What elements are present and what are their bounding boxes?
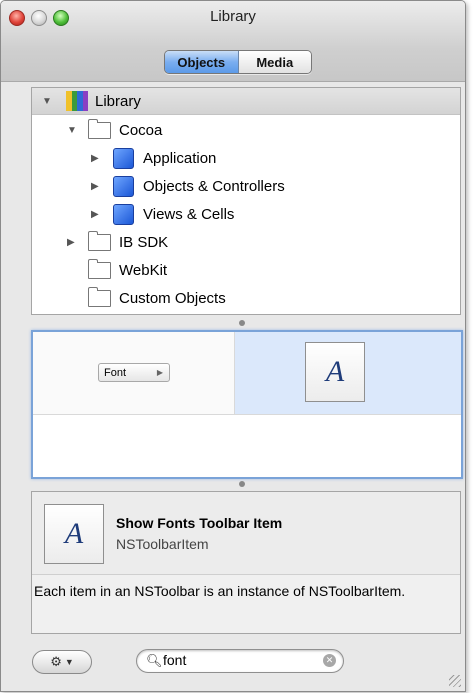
outline-row-application[interactable]: ▶ Application [32, 145, 460, 171]
disclosure-triangle-down-icon[interactable]: ▼ [42, 96, 52, 107]
outline-label: Application [143, 149, 217, 167]
detail-class-name: NSToolbarItem [116, 536, 209, 552]
window-title: Library [210, 8, 256, 25]
detail-title: Show Fonts Toolbar Item [116, 515, 283, 531]
folder-icon [88, 258, 111, 279]
detail-item-icon: A [44, 504, 104, 564]
font-item-icon: A [305, 342, 365, 402]
chevron-down-icon: ▼ [64, 657, 74, 667]
library-window: Library Objects Media ▼ Library ▼ Cocoa … [0, 0, 466, 692]
outline-row-views-cells[interactable]: ▶ Views & Cells [32, 201, 460, 227]
outline-label: Views & Cells [143, 205, 235, 223]
popup-arrow-icon: ▶ [156, 368, 163, 377]
outline-label: Cocoa [119, 121, 163, 139]
folder-icon [88, 286, 111, 307]
outline-label: Custom Objects [119, 289, 226, 307]
disclosure-triangle-right-icon[interactable]: ▶ [91, 209, 99, 220]
outline-label: Objects & Controllers [143, 177, 285, 195]
clear-search-icon[interactable]: ✕ [323, 654, 336, 667]
outline-label: WebKit [119, 261, 168, 279]
split-view-divider-handle[interactable] [239, 320, 245, 326]
disclosure-triangle-right-icon[interactable]: ▶ [91, 181, 99, 192]
disclosure-triangle-right-icon[interactable]: ▶ [67, 237, 75, 248]
outline-row-webkit[interactable]: WebKit [32, 257, 460, 283]
outline-row-objects-controllers[interactable]: ▶ Objects & Controllers [32, 173, 460, 199]
item-detail-header: A Show Fonts Toolbar Item NSToolbarItem [32, 492, 460, 575]
segment-media[interactable]: Media [238, 51, 311, 73]
folder-icon [88, 118, 111, 139]
blue-cube-icon [113, 203, 134, 225]
search-input[interactable] [163, 652, 313, 668]
resize-grip-icon[interactable] [449, 675, 461, 687]
grid-cell-show-fonts-item[interactable]: A [235, 332, 461, 415]
segment-objects[interactable]: Objects [165, 51, 239, 73]
split-view-divider-handle[interactable] [239, 481, 245, 487]
library-segmented-control: Objects Media [164, 50, 312, 74]
outline-row-library[interactable]: ▼ Library [32, 88, 460, 115]
font-popup-label: Font [104, 366, 127, 379]
font-a-glyph: A [64, 517, 84, 550]
library-outline[interactable]: ▼ Library ▼ Cocoa ▶ Application ▶ Object… [31, 87, 461, 315]
grid-cell-font-popup[interactable]: Font ▶ [33, 332, 235, 415]
library-items-grid[interactable]: Font ▶ A [31, 330, 463, 479]
search-icon: 🔍︎ [146, 653, 163, 668]
detail-description: Each item in an NSToolbar is an instance… [34, 583, 406, 599]
blue-cube-icon [113, 175, 134, 197]
gear-icon: ⚙ [50, 654, 62, 669]
font-a-glyph: A [325, 355, 345, 388]
library-books-icon [66, 91, 88, 111]
disclosure-triangle-right-icon[interactable]: ▶ [91, 153, 99, 164]
outline-row-cocoa[interactable]: ▼ Cocoa [32, 117, 460, 143]
outline-row-custom-objects[interactable]: Custom Objects [32, 285, 460, 311]
title-bar[interactable]: Library Objects Media [1, 1, 465, 82]
outline-label: Library [95, 92, 141, 110]
disclosure-triangle-down-icon[interactable]: ▼ [67, 125, 77, 136]
folder-icon [88, 230, 111, 251]
outline-row-ib-sdk[interactable]: ▶ IB SDK [32, 229, 460, 255]
action-menu-button[interactable]: ⚙ ▼ [32, 650, 92, 674]
font-popup-button-preview: Font ▶ [98, 363, 170, 382]
search-field[interactable]: 🔍︎ ✕ [136, 649, 344, 673]
blue-cube-icon [113, 147, 134, 169]
item-detail-panel: A Show Fonts Toolbar Item NSToolbarItem … [31, 491, 461, 634]
outline-label: IB SDK [119, 233, 169, 251]
